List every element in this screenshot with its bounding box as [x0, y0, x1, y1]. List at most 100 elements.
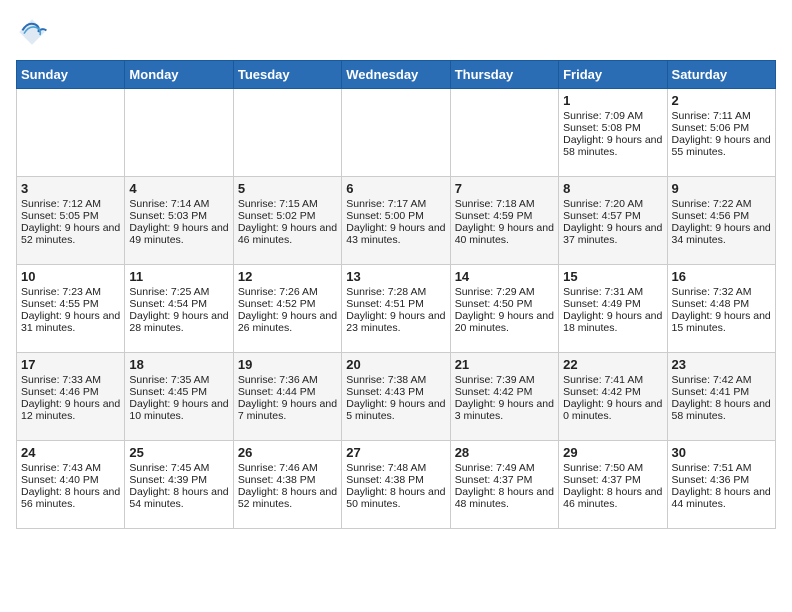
sunset-text: Sunset: 4:38 PM [238, 474, 316, 486]
daylight-text: Daylight: 9 hours and 46 minutes. [238, 222, 337, 246]
daylight-text: Daylight: 9 hours and 10 minutes. [129, 398, 228, 422]
sunset-text: Sunset: 4:57 PM [563, 210, 641, 222]
daylight-text: Daylight: 9 hours and 58 minutes. [563, 134, 662, 158]
daylight-text: Daylight: 9 hours and 34 minutes. [672, 222, 771, 246]
daylight-text: Daylight: 9 hours and 23 minutes. [346, 310, 445, 334]
daylight-text: Daylight: 8 hours and 58 minutes. [672, 398, 771, 422]
sunset-text: Sunset: 4:40 PM [21, 474, 99, 486]
calendar-cell [125, 89, 233, 177]
day-number: 19 [238, 357, 337, 372]
sunrise-text: Sunrise: 7:33 AM [21, 374, 101, 386]
daylight-text: Daylight: 9 hours and 40 minutes. [455, 222, 554, 246]
daylight-text: Daylight: 9 hours and 18 minutes. [563, 310, 662, 334]
day-number: 24 [21, 445, 120, 460]
calendar-cell: 24Sunrise: 7:43 AMSunset: 4:40 PMDayligh… [17, 441, 125, 529]
day-number: 23 [672, 357, 771, 372]
day-number: 4 [129, 181, 228, 196]
sunrise-text: Sunrise: 7:36 AM [238, 374, 318, 386]
calendar-cell: 5Sunrise: 7:15 AMSunset: 5:02 PMDaylight… [233, 177, 341, 265]
day-number: 12 [238, 269, 337, 284]
day-number: 20 [346, 357, 445, 372]
day-number: 10 [21, 269, 120, 284]
calendar-cell: 8Sunrise: 7:20 AMSunset: 4:57 PMDaylight… [559, 177, 667, 265]
col-header-wednesday: Wednesday [342, 61, 450, 89]
day-number: 21 [455, 357, 554, 372]
sunset-text: Sunset: 4:49 PM [563, 298, 641, 310]
sunset-text: Sunset: 4:39 PM [129, 474, 207, 486]
sunset-text: Sunset: 4:42 PM [455, 386, 533, 398]
col-header-saturday: Saturday [667, 61, 775, 89]
day-number: 3 [21, 181, 120, 196]
daylight-text: Daylight: 9 hours and 43 minutes. [346, 222, 445, 246]
daylight-text: Daylight: 8 hours and 50 minutes. [346, 486, 445, 510]
sunrise-text: Sunrise: 7:15 AM [238, 198, 318, 210]
calendar-cell: 23Sunrise: 7:42 AMSunset: 4:41 PMDayligh… [667, 353, 775, 441]
sunset-text: Sunset: 4:42 PM [563, 386, 641, 398]
calendar-cell: 16Sunrise: 7:32 AMSunset: 4:48 PMDayligh… [667, 265, 775, 353]
sunset-text: Sunset: 4:59 PM [455, 210, 533, 222]
day-number: 25 [129, 445, 228, 460]
sunset-text: Sunset: 4:46 PM [21, 386, 99, 398]
calendar-week-row: 24Sunrise: 7:43 AMSunset: 4:40 PMDayligh… [17, 441, 776, 529]
sunrise-text: Sunrise: 7:42 AM [672, 374, 752, 386]
day-number: 11 [129, 269, 228, 284]
calendar-cell [233, 89, 341, 177]
page-header [16, 16, 776, 48]
sunset-text: Sunset: 4:43 PM [346, 386, 424, 398]
daylight-text: Daylight: 9 hours and 26 minutes. [238, 310, 337, 334]
sunrise-text: Sunrise: 7:48 AM [346, 462, 426, 474]
sunrise-text: Sunrise: 7:31 AM [563, 286, 643, 298]
sunset-text: Sunset: 4:50 PM [455, 298, 533, 310]
sunrise-text: Sunrise: 7:28 AM [346, 286, 426, 298]
calendar-week-row: 1Sunrise: 7:09 AMSunset: 5:08 PMDaylight… [17, 89, 776, 177]
sunset-text: Sunset: 5:00 PM [346, 210, 424, 222]
sunset-text: Sunset: 4:45 PM [129, 386, 207, 398]
sunrise-text: Sunrise: 7:50 AM [563, 462, 643, 474]
calendar-cell: 11Sunrise: 7:25 AMSunset: 4:54 PMDayligh… [125, 265, 233, 353]
sunrise-text: Sunrise: 7:17 AM [346, 198, 426, 210]
calendar-cell: 18Sunrise: 7:35 AMSunset: 4:45 PMDayligh… [125, 353, 233, 441]
daylight-text: Daylight: 9 hours and 55 minutes. [672, 134, 771, 158]
calendar-cell: 14Sunrise: 7:29 AMSunset: 4:50 PMDayligh… [450, 265, 558, 353]
sunset-text: Sunset: 4:52 PM [238, 298, 316, 310]
day-number: 2 [672, 93, 771, 108]
calendar-cell: 6Sunrise: 7:17 AMSunset: 5:00 PMDaylight… [342, 177, 450, 265]
sunset-text: Sunset: 4:51 PM [346, 298, 424, 310]
sunrise-text: Sunrise: 7:22 AM [672, 198, 752, 210]
sunrise-text: Sunrise: 7:35 AM [129, 374, 209, 386]
col-header-tuesday: Tuesday [233, 61, 341, 89]
sunset-text: Sunset: 4:37 PM [563, 474, 641, 486]
sunrise-text: Sunrise: 7:46 AM [238, 462, 318, 474]
daylight-text: Daylight: 9 hours and 5 minutes. [346, 398, 445, 422]
day-number: 13 [346, 269, 445, 284]
day-number: 1 [563, 93, 662, 108]
calendar-cell: 25Sunrise: 7:45 AMSunset: 4:39 PMDayligh… [125, 441, 233, 529]
sunset-text: Sunset: 5:03 PM [129, 210, 207, 222]
calendar-cell: 4Sunrise: 7:14 AMSunset: 5:03 PMDaylight… [125, 177, 233, 265]
daylight-text: Daylight: 8 hours and 46 minutes. [563, 486, 662, 510]
calendar-cell: 26Sunrise: 7:46 AMSunset: 4:38 PMDayligh… [233, 441, 341, 529]
daylight-text: Daylight: 9 hours and 3 minutes. [455, 398, 554, 422]
daylight-text: Daylight: 8 hours and 52 minutes. [238, 486, 337, 510]
sunrise-text: Sunrise: 7:51 AM [672, 462, 752, 474]
calendar-week-row: 17Sunrise: 7:33 AMSunset: 4:46 PMDayligh… [17, 353, 776, 441]
sunrise-text: Sunrise: 7:14 AM [129, 198, 209, 210]
sunrise-text: Sunrise: 7:38 AM [346, 374, 426, 386]
day-number: 22 [563, 357, 662, 372]
col-header-friday: Friday [559, 61, 667, 89]
calendar-week-row: 3Sunrise: 7:12 AMSunset: 5:05 PMDaylight… [17, 177, 776, 265]
calendar-cell [342, 89, 450, 177]
sunrise-text: Sunrise: 7:32 AM [672, 286, 752, 298]
calendar-cell: 7Sunrise: 7:18 AMSunset: 4:59 PMDaylight… [450, 177, 558, 265]
daylight-text: Daylight: 9 hours and 0 minutes. [563, 398, 662, 422]
day-number: 29 [563, 445, 662, 460]
daylight-text: Daylight: 9 hours and 12 minutes. [21, 398, 120, 422]
sunrise-text: Sunrise: 7:45 AM [129, 462, 209, 474]
sunrise-text: Sunrise: 7:41 AM [563, 374, 643, 386]
sunrise-text: Sunrise: 7:11 AM [672, 110, 751, 122]
sunset-text: Sunset: 5:02 PM [238, 210, 316, 222]
calendar-cell: 20 Sunrise: 7:38 AMSunset: 4:43 PMDayligh… [342, 353, 450, 441]
sunset-text: Sunset: 4:37 PM [455, 474, 533, 486]
calendar-table: SundayMondayTuesdayWednesdayThursdayFrid… [16, 60, 776, 529]
sunrise-text: Sunrise: 7:20 AM [563, 198, 643, 210]
